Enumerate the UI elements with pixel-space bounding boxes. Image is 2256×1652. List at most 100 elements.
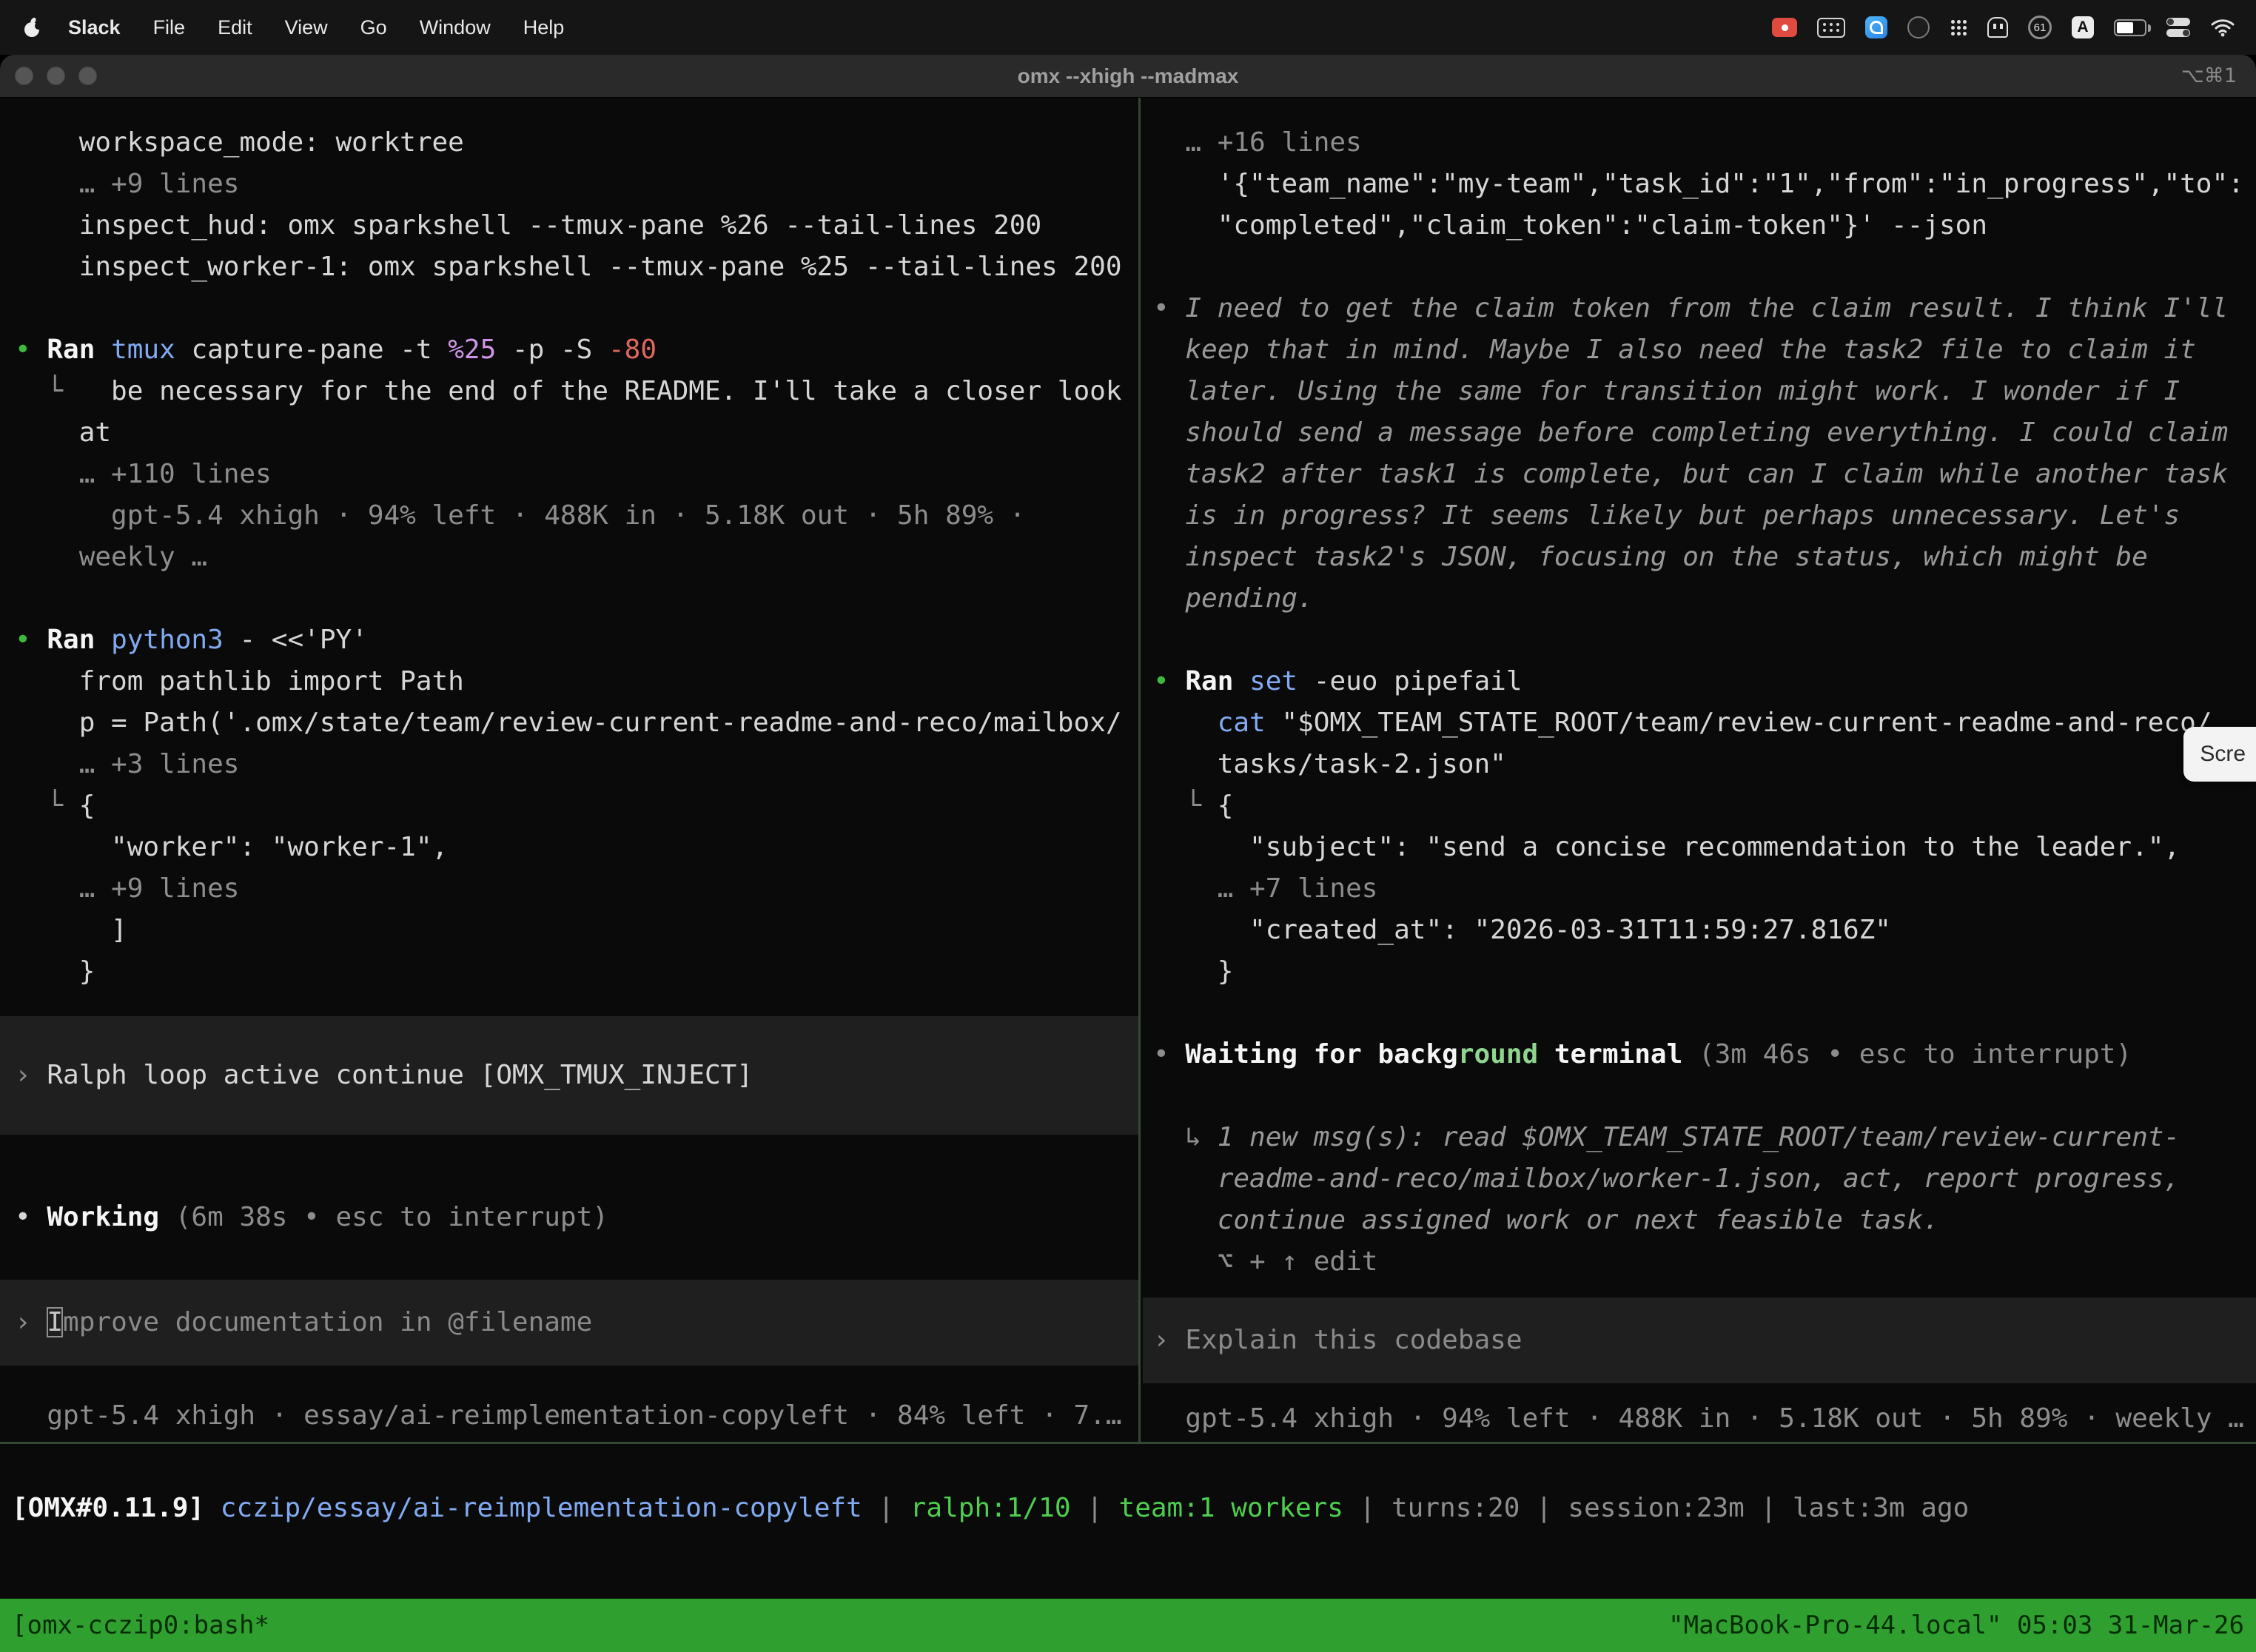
terminal-line: '{"team_name":"my-team","task_id":"1","f…: [1153, 164, 2256, 205]
terminal-line: • Waiting for background terminal (3m 46…: [1153, 1034, 2256, 1075]
tmux-status-bar: [omx-cczip0:bash* "MacBook-Pro-44.local"…: [0, 1599, 2256, 1652]
prompt-input-box[interactable]: › Improve documentation in @filename: [0, 1280, 1138, 1366]
prompt-input-box[interactable]: › Explain this codebase: [1143, 1297, 2256, 1383]
prompt-input-box[interactable]: › Ralph loop active continue [OMX_TMUX_I…: [0, 1016, 1138, 1135]
traffic-lights: [0, 67, 97, 85]
terminal-line: tasks/task-2.json": [1153, 744, 2256, 785]
output-block: • Ran tmux capture-pane -t %25 -p -S -80…: [15, 329, 1138, 578]
screenshot-preview-tooltip[interactable]: Scre: [2183, 727, 2256, 782]
menu-bar: Slack FileEditViewGoWindowHelp 61 A: [0, 0, 2256, 55]
terminal-line: workspace_mode: worktree: [15, 122, 1138, 164]
terminal-line: pending.: [1153, 578, 2256, 620]
dark-app-icon[interactable]: [1907, 16, 1930, 38]
terminal-line: cat "$OMX_TEAM_STATE_ROOT/team/review-cu…: [1153, 702, 2256, 744]
terminal-line: inspect_hud: omx sparkshell --tmux-pane …: [15, 205, 1138, 246]
control-center-icon[interactable]: [2166, 18, 2190, 37]
output-block: • I need to get the claim token from the…: [1153, 288, 2256, 620]
blue-app-icon[interactable]: [1865, 16, 1887, 38]
output-block: … +16 lines'{"team_name":"my-team","task…: [1153, 122, 2256, 246]
menu-view[interactable]: View: [269, 16, 344, 39]
terminal-line: ↳ 1 new msg(s): read $OMX_TEAM_STATE_ROO…: [1153, 1117, 2256, 1158]
terminal-line: › Explain this codebase: [1153, 1320, 2256, 1361]
terminal-line: "completed","claim_token":"claim-token"}…: [1153, 205, 2256, 246]
terminal-line: › Ralph loop active continue [OMX_TMUX_I…: [15, 1055, 1138, 1096]
terminal-line: ⌥ + ↑ edit: [1153, 1241, 2256, 1283]
battery-charging-icon[interactable]: [2114, 19, 2146, 36]
terminal-line: weekly …: [15, 537, 1138, 578]
menu-bar-menus: FileEditViewGoWindowHelp: [137, 16, 581, 39]
terminal-line: gpt-5.4 xhigh · 94% left · 488K in · 5.1…: [1153, 1398, 2256, 1440]
terminal-line: › Improve documentation in @filename: [15, 1302, 1138, 1343]
battery-gauge-icon[interactable]: 61: [2028, 16, 2052, 39]
ghostty-icon[interactable]: [1987, 17, 2008, 38]
menu-go[interactable]: Go: [344, 16, 403, 39]
terminal-line: keep that in mind. Maybe I also need the…: [1153, 329, 2256, 371]
terminal-line: … +16 lines: [1153, 122, 2256, 164]
terminal-line: "worker": "worker-1",: [15, 827, 1138, 868]
close-button[interactable]: [15, 67, 33, 85]
output-block: gpt-5.4 xhigh · essay/ai-reimplementatio…: [15, 1395, 1138, 1437]
terminal-line: inspect_worker-1: omx sparkshell --tmux-…: [15, 246, 1138, 288]
terminal-line: … +7 lines: [1153, 868, 2256, 910]
terminal-line: "created_at": "2026-03-31T11:59:27.816Z": [1153, 910, 2256, 951]
right-pane: … +16 lines'{"team_name":"my-team","task…: [1143, 98, 2256, 1442]
apple-menu-icon[interactable]: [21, 16, 52, 38]
terminal-line: gpt-5.4 xhigh · 94% left · 488K in · 5.1…: [15, 495, 1138, 537]
terminal-line: later. Using the same for transition mig…: [1153, 371, 2256, 412]
terminal-line: inspect task2's JSON, focusing on the st…: [1153, 537, 2256, 578]
output-block: gpt-5.4 xhigh · 94% left · 488K in · 5.1…: [1153, 1398, 2256, 1440]
terminal-line: p = Path('.omx/state/team/review-current…: [15, 702, 1138, 744]
terminal-line: }: [1153, 951, 2256, 993]
menu-help[interactable]: Help: [507, 16, 581, 39]
terminal-line: • I need to get the claim token from the…: [1153, 288, 2256, 329]
output-block: • Working (6m 38s • esc to interrupt): [15, 1197, 1138, 1238]
terminal-line: from pathlib import Path: [15, 661, 1138, 702]
input-source-icon[interactable]: A: [2072, 16, 2094, 38]
keyboard-icon[interactable]: [1817, 18, 1845, 38]
menu-bar-left: Slack FileEditViewGoWindowHelp: [21, 16, 580, 39]
omx-status-line: [OMX#0.11.9] cczip/essay/ai-reimplementa…: [12, 1488, 1969, 1529]
menu-file[interactable]: File: [137, 16, 202, 39]
terminal-line: … +9 lines: [15, 164, 1138, 205]
terminal-line: └ {: [1153, 785, 2256, 827]
terminal-content: workspace_mode: worktree… +9 linesinspec…: [0, 98, 2256, 1652]
terminal-line: • Ran set -euo pipefail: [1153, 661, 2256, 702]
tmux-host-time: "MacBook-Pro-44.local" 05:03 31-Mar-26: [1668, 1605, 2244, 1646]
menu-app-name[interactable]: Slack: [52, 16, 137, 39]
zoom-button[interactable]: [78, 67, 97, 85]
output-block: • Ran python3 - <<'PY'from pathlib impor…: [15, 620, 1138, 993]
tmux-session-info: [omx-cczip0:bash*: [12, 1605, 269, 1646]
left-pane: workspace_mode: worktree… +9 linesinspec…: [0, 98, 1138, 1442]
terminal-line: … +110 lines: [15, 454, 1138, 495]
terminal-line: gpt-5.4 xhigh · essay/ai-reimplementatio…: [15, 1395, 1138, 1437]
terminal-line: ]: [15, 910, 1138, 951]
output-block: • Ran set -euo pipefailcat "$OMX_TEAM_ST…: [1153, 661, 2256, 993]
menu-edit[interactable]: Edit: [201, 16, 269, 39]
wifi-icon[interactable]: [2210, 18, 2235, 37]
title-bar[interactable]: omx --xhigh --madmax ⌥⌘1: [0, 55, 2256, 98]
terminal-line: • Ran tmux capture-pane -t %25 -p -S -80: [15, 329, 1138, 371]
apps-grid-icon[interactable]: [1950, 19, 1967, 36]
terminal-line: continue assigned work or next feasible …: [1153, 1200, 2256, 1241]
minimize-button[interactable]: [47, 67, 65, 85]
output-block: workspace_mode: worktree… +9 linesinspec…: [15, 122, 1138, 288]
window-shortcut-hint: ⌥⌘1: [2181, 64, 2256, 87]
terminal-line: └ {: [15, 785, 1138, 827]
pane-bottom-border: [0, 1442, 2256, 1444]
terminal-line: }: [15, 951, 1138, 993]
terminal-line: should send a message before completing …: [1153, 412, 2256, 454]
menu-window[interactable]: Window: [403, 16, 507, 39]
terminal-line: task2 after task1 is complete, but can I…: [1153, 454, 2256, 495]
terminal-line: … +3 lines: [15, 744, 1138, 785]
terminal-line: • Working (6m 38s • esc to interrupt): [15, 1197, 1138, 1238]
terminal-line: readme-and-reco/mailbox/worker-1.json, a…: [1153, 1158, 2256, 1200]
terminal-line: • Ran python3 - <<'PY': [15, 620, 1138, 661]
terminal-window: omx --xhigh --madmax ⌥⌘1 workspace_mode:…: [0, 55, 2256, 1652]
output-block: ↳ 1 new msg(s): read $OMX_TEAM_STATE_ROO…: [1153, 1117, 2256, 1283]
terminal-line: is in progress? It seems likely but perh…: [1153, 495, 2256, 537]
screen-recording-icon[interactable]: [1772, 18, 1797, 37]
menu-bar-status-icons: 61 A: [1772, 16, 2235, 39]
window-title: omx --xhigh --madmax: [0, 64, 2256, 88]
output-block: • Waiting for background terminal (3m 46…: [1153, 1034, 2256, 1075]
pane-divider[interactable]: [1138, 98, 1141, 1442]
